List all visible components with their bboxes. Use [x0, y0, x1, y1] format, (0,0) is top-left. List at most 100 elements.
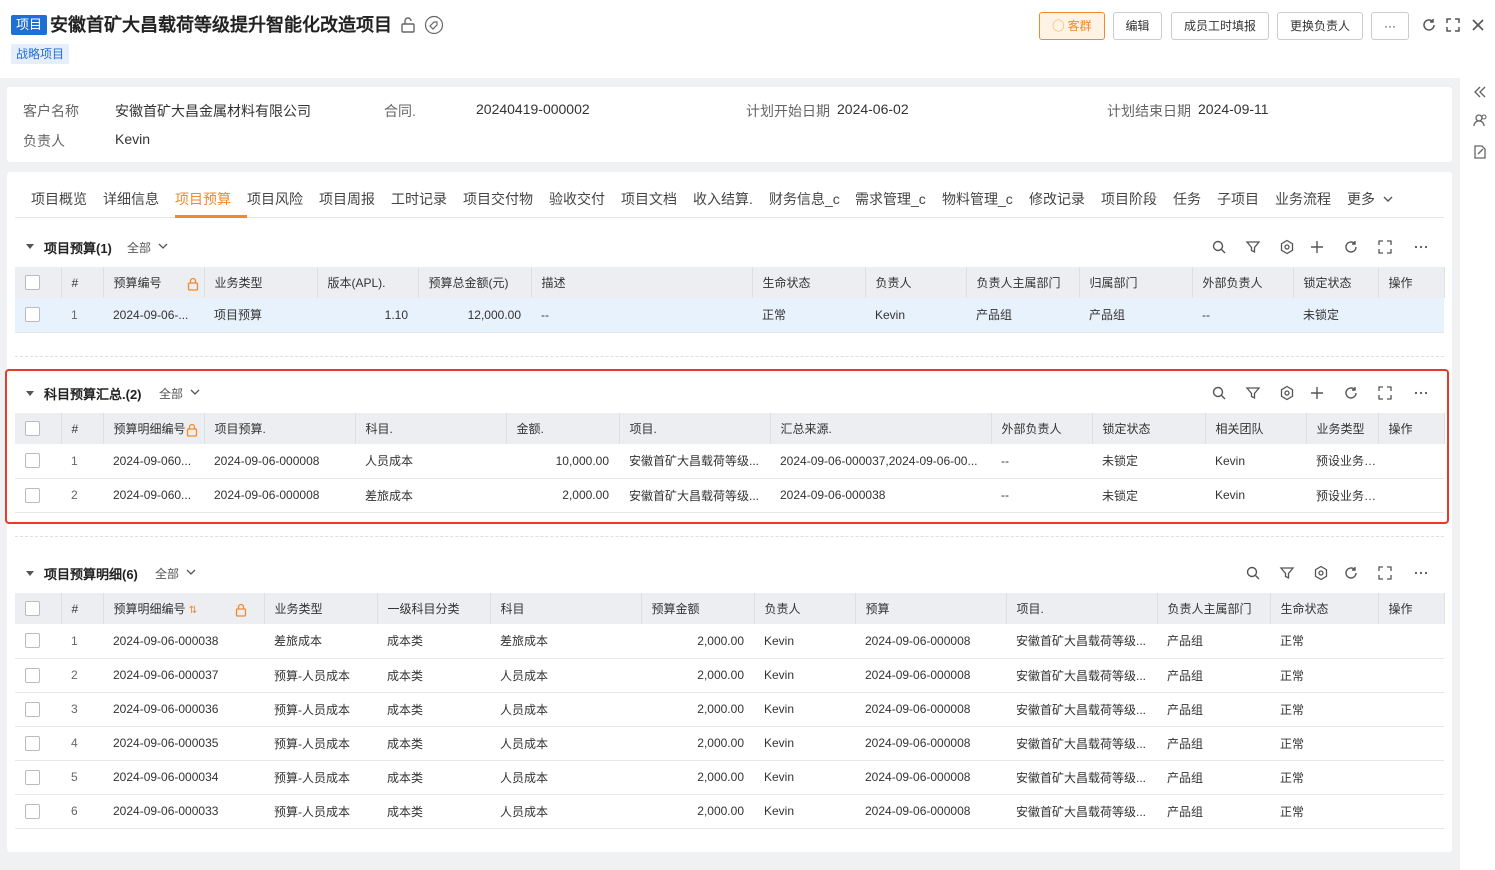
project-link[interactable]: 安徽首矿大昌载荷等级...: [1006, 794, 1157, 829]
cell-actions[interactable]: [1378, 658, 1444, 693]
fullscreen-icon[interactable]: [1377, 239, 1393, 255]
tab-requirements[interactable]: 需求管理_c: [855, 189, 926, 209]
row-checkbox[interactable]: [25, 701, 40, 717]
project-link[interactable]: 安徽首矿大昌载荷等级...: [1006, 692, 1157, 727]
table-row[interactable]: 5 2024-09-06-000034 预算-人员成本 成本类 人员成本 2,000.00…: [15, 760, 1444, 795]
filter-icon[interactable]: [1279, 565, 1295, 581]
tab-overview[interactable]: 项目概览: [31, 189, 87, 209]
more-icon[interactable]: [1413, 239, 1429, 255]
project-link[interactable]: 安徽首矿大昌载荷等级...: [1006, 726, 1157, 761]
col-total[interactable]: 预算总金额(元): [418, 267, 532, 298]
lock-icon[interactable]: [235, 603, 247, 617]
edit-button[interactable]: 编辑: [1113, 12, 1162, 40]
chevron-down-icon[interactable]: [1382, 193, 1394, 205]
tab-history[interactable]: 修改记录: [1029, 189, 1085, 209]
tab-materials[interactable]: 物料管理_c: [942, 189, 1013, 209]
cell-actions[interactable]: [1378, 760, 1444, 795]
col-owner-dept[interactable]: 负责人主属部门: [966, 267, 1080, 298]
row-checkbox[interactable]: [25, 803, 40, 819]
col-dept[interactable]: 负责人主属部门: [1157, 593, 1271, 624]
lock-icon[interactable]: [187, 277, 199, 291]
budget-link[interactable]: 2024-09-06-000008: [855, 794, 1006, 829]
row-checkbox[interactable]: [25, 307, 40, 323]
row-checkbox[interactable]: [25, 735, 40, 751]
more-button[interactable]: ···: [1371, 12, 1409, 40]
table-row[interactable]: 2 2024-09-06-000037 预算-人员成本 成本类 人员成本 2,000.00…: [15, 658, 1444, 693]
detail-code-link[interactable]: 2024-09-06-000033: [103, 794, 264, 829]
subject-link[interactable]: 人员成本: [490, 794, 641, 829]
table-row[interactable]: 4 2024-09-06-000035 预算-人员成本 成本类 人员成本 2,000.00…: [15, 726, 1444, 761]
collapse-icon[interactable]: [1472, 84, 1488, 100]
table-row[interactable]: 1 2024-09-06-... 项目预算 1.10 12,000.00 -- …: [15, 298, 1444, 333]
close-icon[interactable]: [1469, 16, 1487, 34]
col-dept[interactable]: 归属部门: [1079, 267, 1193, 298]
tab-more[interactable]: 更多: [1347, 189, 1375, 209]
fullscreen-icon[interactable]: [1377, 565, 1393, 581]
row-checkbox[interactable]: [25, 667, 40, 683]
lock-icon[interactable]: [398, 15, 418, 35]
tab-workflow[interactable]: 业务流程: [1275, 189, 1331, 209]
subject-link[interactable]: 人员成本: [490, 760, 641, 795]
detail-code-link[interactable]: 2024-09-06-000038: [103, 624, 264, 659]
project-link[interactable]: 安徽首矿大昌载荷等级...: [1006, 658, 1157, 693]
col-desc[interactable]: 描述: [531, 267, 753, 298]
change-owner-button[interactable]: 更换负责人: [1277, 12, 1363, 40]
tab-acceptance[interactable]: 验收交付: [549, 189, 605, 209]
refresh-icon[interactable]: [1343, 565, 1359, 581]
budget-link[interactable]: 2024-09-06-000008: [855, 692, 1006, 727]
tab-weekly[interactable]: 项目周报: [319, 189, 375, 209]
col-version[interactable]: 版本(APL).: [317, 267, 419, 298]
team-icon[interactable]: [1472, 112, 1488, 128]
cell-actions[interactable]: [1378, 298, 1444, 333]
col-owner[interactable]: 负责人: [754, 593, 856, 624]
subject-link[interactable]: 人员成本: [490, 726, 641, 761]
add-icon[interactable]: [1309, 239, 1325, 255]
tab-tasks[interactable]: 任务: [1173, 189, 1201, 209]
filter-icon[interactable]: [1245, 239, 1261, 255]
cell-actions[interactable]: [1378, 794, 1444, 829]
tab-risk[interactable]: 项目风险: [247, 189, 303, 209]
tab-budget[interactable]: 项目预算: [175, 189, 231, 209]
table-row[interactable]: 1 2024-09-06-000038 差旅成本 成本类 差旅成本 2,000.00 Kev…: [15, 624, 1444, 659]
search-icon[interactable]: [1211, 239, 1227, 255]
detail-code-link[interactable]: 2024-09-06-000034: [103, 760, 264, 795]
sort-icon[interactable]: ⇅: [189, 605, 197, 616]
detail-code-link[interactable]: 2024-09-06-000035: [103, 726, 264, 761]
refresh-icon[interactable]: [1343, 239, 1359, 255]
subject-link[interactable]: 人员成本: [490, 658, 641, 693]
col-subject[interactable]: 科目: [490, 593, 642, 624]
row-checkbox[interactable]: [25, 633, 40, 649]
tab-subprojects[interactable]: 子项目: [1217, 189, 1259, 209]
tab-revenue[interactable]: 收入结算.: [693, 189, 753, 209]
cell-actions[interactable]: [1378, 624, 1444, 659]
expand-icon[interactable]: [1444, 16, 1462, 34]
budget-code-link[interactable]: 2024-09-06-...: [103, 298, 204, 333]
col-code[interactable]: 预算明细编号 ⇅: [103, 593, 265, 624]
subject-link[interactable]: 人员成本: [490, 692, 641, 727]
refresh-icon[interactable]: [1420, 16, 1438, 34]
tab-documents[interactable]: 项目文档: [621, 189, 677, 209]
customer-group-button[interactable]: ◯ 客群: [1039, 12, 1105, 40]
col-project[interactable]: 项目.: [1006, 593, 1158, 624]
budget-link[interactable]: 2024-09-06-000008: [855, 726, 1006, 761]
budget-link[interactable]: 2024-09-06-000008: [855, 624, 1006, 659]
col-category[interactable]: 一级科目分类: [377, 593, 491, 624]
table-row[interactable]: 3 2024-09-06-000036 预算-人员成本 成本类 人员成本 2,000.00…: [15, 692, 1444, 727]
tab-details[interactable]: 详细信息: [103, 189, 159, 209]
budget-link[interactable]: 2024-09-06-000008: [855, 760, 1006, 795]
tab-hours[interactable]: 工时记录: [391, 189, 447, 209]
col-code[interactable]: 预算编号: [103, 267, 205, 298]
tab-deliverables[interactable]: 项目交付物: [463, 189, 533, 209]
col-owner[interactable]: 负责人: [865, 267, 967, 298]
col-budget[interactable]: 预算: [855, 593, 1007, 624]
chevron-down-icon[interactable]: [158, 241, 168, 251]
cell-actions[interactable]: [1378, 692, 1444, 727]
member-hours-button[interactable]: 成员工时填报: [1171, 12, 1269, 40]
note-icon[interactable]: [1472, 144, 1488, 160]
project-link[interactable]: 安徽首矿大昌载荷等级...: [1006, 624, 1157, 659]
subject-link[interactable]: 差旅成本: [490, 624, 641, 659]
contract-link[interactable]: 20240419-000002: [476, 101, 590, 117]
more-icon[interactable]: [1413, 565, 1429, 581]
tab-finance[interactable]: 财务信息_c: [769, 189, 840, 209]
col-status[interactable]: 生命状态: [1270, 593, 1379, 624]
